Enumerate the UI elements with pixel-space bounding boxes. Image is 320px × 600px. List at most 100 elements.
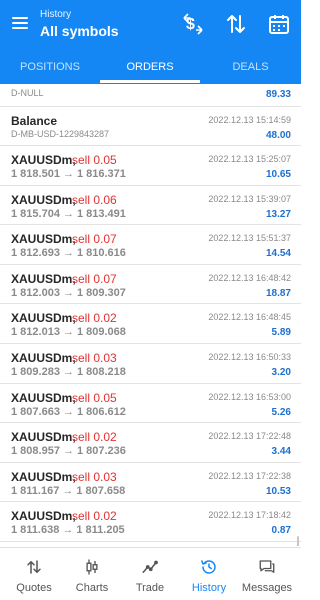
bottom-navigation: Quotes Charts Trade History Messages [0, 547, 301, 600]
nav-label-charts: Charts [75, 582, 109, 594]
deal-side-volume: sell 0.03 [72, 351, 117, 365]
history-list[interactable]: D-NULL 89.33 Balance 2022.12.13 15:14:59… [0, 84, 301, 546]
deal-time: 2022.12.13 16:48:42 [208, 272, 291, 283]
deal-open-price: 1 811.167 [11, 484, 60, 497]
deal-open-price: 1 815.704 [11, 207, 60, 220]
dollar-exchange-icon[interactable]: $ [181, 12, 205, 36]
deal-prices: 1 808.957 → 1 807.236 [11, 445, 126, 457]
nav-label-quotes: Quotes [16, 582, 52, 594]
deal-time: 2022.12.13 15:39:07 [208, 193, 291, 204]
tab-deals[interactable]: DEALS [200, 52, 301, 84]
deal-symbol: XAUUSDm, [11, 509, 76, 524]
deal-time: 2022.12.13 17:18:42 [208, 510, 291, 521]
deal-row[interactable]: XAUUSDm, sell 0.07 2022.12.13 16:48:42 1 81… [0, 265, 301, 305]
deal-side-volume: sell 0.05 [72, 153, 117, 167]
history-clock-icon [201, 560, 216, 574]
nav-label-history: History [191, 582, 227, 594]
arrow-icon: → [62, 326, 74, 339]
deal-profit: 3.44 [271, 446, 291, 458]
deal-prices: 1 811.167 → 1 807.658 [11, 485, 125, 497]
deal-row[interactable]: XAUUSDm, sell 0.03 2022.12.13 16:50:33 1 80… [0, 344, 301, 384]
deal-symbol: XAUUSDm, [11, 390, 76, 405]
balance-label: Balance [11, 114, 58, 128]
tab-positions[interactable]: POSITIONS [0, 52, 100, 84]
nav-history[interactable]: History [180, 548, 238, 600]
balance-amount: 48.00 [265, 130, 291, 141]
deal-time: 2022.12.13 16:50:33 [208, 352, 291, 362]
deal-row[interactable]: XAUUSDm, sell 0.05 2022.12.13 16:53:00 1 80… [0, 384, 301, 424]
header-subtitle: History [40, 9, 72, 20]
deal-open-price: 1 807.663 [11, 405, 60, 418]
deal-time: 2022.12.13 15:51:37 [208, 233, 291, 244]
deal-profit: 10.65 [265, 169, 291, 180]
deal-time: 2022.12.13 15:25:07 [208, 154, 291, 164]
deal-open-price: 1 818.501 [11, 168, 60, 180]
app-bar: History All symbols $ POSITIONS ORDERS D… [0, 0, 301, 84]
deal-row[interactable]: XAUUSDm, sell 0.02 2022.12.13 16:48:45 1 81… [0, 304, 301, 344]
arrow-icon: → [62, 445, 74, 458]
tab-indicator [100, 80, 200, 83]
deal-row[interactable]: XAUUSDm, sell 0.06 2022.12.13 15:39:07 1 81… [0, 186, 301, 226]
deal-prices: 1 807.663 → 1 806.612 [11, 406, 126, 418]
deal-close-price: 1 811.205 [76, 524, 125, 537]
deal-side-volume: sell 0.02 [72, 311, 117, 326]
messages-icon [259, 560, 275, 573]
deal-time: 2022.12.13 16:48:45 [208, 312, 291, 323]
deal-close-price: 1 806.612 [76, 405, 126, 418]
sort-icon[interactable] [224, 12, 248, 36]
balance-id: D-MB-USD-1229843287 [11, 129, 110, 139]
deal-row[interactable]: XAUUSDm, sell 0.03 2022.12.13 17:22:38 1 81… [0, 463, 301, 503]
deal-side-volume: sell 0.07 [72, 271, 117, 286]
nav-messages[interactable]: Messages [238, 548, 296, 600]
balance-time: 2022.12.13 15:14:59 [208, 115, 291, 125]
deal-symbol: XAUUSDm, [11, 430, 76, 445]
deal-row[interactable]: XAUUSDm, sell 0.05 2022.12.13 15:25:07 1 81… [0, 146, 301, 186]
balance-row[interactable]: Balance 2022.12.13 15:14:59 D-MB-USD-122… [0, 107, 301, 146]
arrow-icon: → [62, 247, 74, 260]
quotes-arrows-icon [27, 560, 41, 574]
menu-icon[interactable] [10, 12, 32, 34]
deal-open-price: 1 808.957 [11, 445, 60, 458]
deal-prices: 1 812.003 → 1 809.307 [11, 287, 126, 299]
deal-open-price: 1 809.283 [11, 366, 60, 378]
deal-open-price: 1 812.003 [11, 286, 60, 299]
deal-symbol: XAUUSDm, [11, 192, 76, 207]
deal-prices: 1 812.693 → 1 810.616 [11, 247, 126, 259]
deal-prices: 1 812.013 → 1 809.068 [11, 326, 126, 338]
deal-close-price: 1 808.218 [76, 366, 126, 378]
deal-side-volume: sell 0.02 [72, 430, 117, 445]
deal-row[interactable]: XAUUSDm, sell 0.07 2022.12.13 15:51:37 1 81… [0, 225, 301, 265]
deal-side-volume: sell 0.06 [72, 192, 117, 207]
list-item-partial[interactable]: D-NULL 89.33 [0, 84, 301, 107]
deal-side-volume: sell 0.03 [72, 469, 117, 484]
deal-symbol: XAUUSDm, [11, 351, 76, 365]
deal-prices: 1 818.501 → 1 816.371 [11, 168, 126, 180]
deal-prices: 1 815.704 → 1 813.491 [11, 208, 126, 220]
deal-open-price: 1 812.013 [11, 326, 60, 339]
calendar-icon[interactable] [267, 12, 291, 36]
deal-row[interactable]: XAUUSDm, sell 0.02 2022.12.13 17:22:48 1 80… [0, 423, 301, 463]
candlestick-icon [86, 559, 98, 575]
deal-profit: 13.27 [265, 208, 291, 220]
header-title[interactable]: All symbols [40, 23, 119, 39]
deal-profit: 3.20 [271, 367, 291, 378]
deal-profit: 14.54 [265, 248, 291, 260]
arrow-icon: → [62, 405, 74, 418]
deal-symbol: XAUUSDm, [11, 311, 76, 326]
deal-close-price: 1 816.371 [76, 168, 126, 180]
deal-profit: 10.53 [265, 485, 291, 497]
deal-symbol: XAUUSDm, [11, 153, 76, 167]
deal-side-volume: sell 0.02 [72, 509, 117, 524]
nav-quotes[interactable]: Quotes [5, 548, 63, 600]
scrollbar-thumb[interactable] [297, 536, 299, 546]
trade-line-icon [142, 560, 158, 573]
deal-symbol: XAUUSDm, [11, 271, 76, 286]
deal-open-price: 1 812.693 [11, 247, 60, 260]
deal-close-price: 1 810.616 [76, 247, 126, 260]
arrow-icon: → [62, 484, 74, 497]
deal-time: 2022.12.13 17:22:48 [208, 431, 291, 442]
deal-row[interactable]: XAUUSDm, sell 0.02 2022.12.13 17:18:42 1 81… [0, 502, 301, 542]
deal-profit: 5.89 [271, 327, 291, 339]
nav-trade[interactable]: Trade [121, 548, 179, 600]
nav-charts[interactable]: Charts [63, 548, 121, 600]
